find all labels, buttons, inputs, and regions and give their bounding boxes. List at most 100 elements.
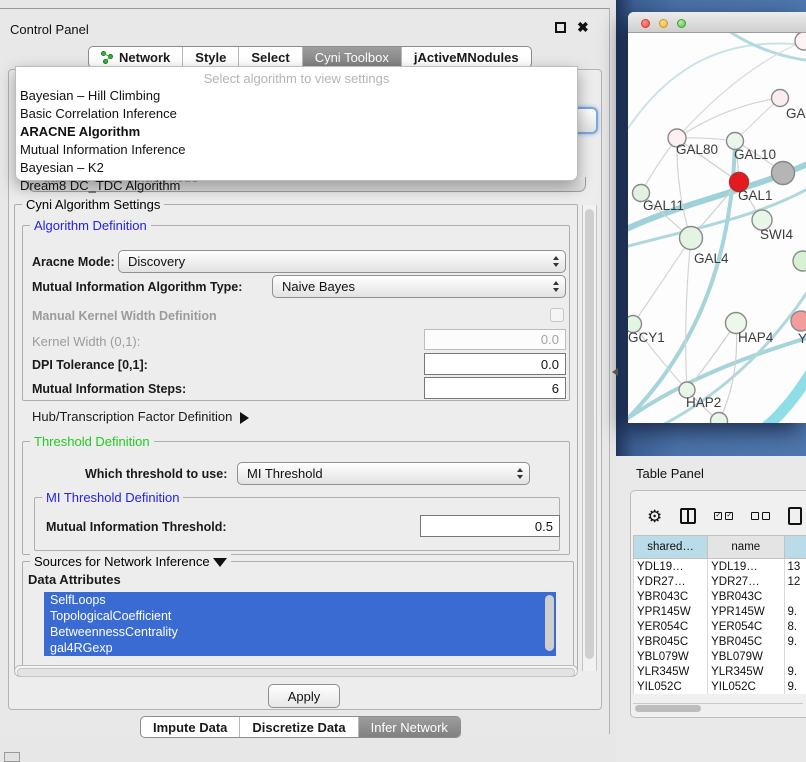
- settings-scrollbar-thumb[interactable]: [585, 209, 594, 659]
- node-label: GAL10: [734, 147, 776, 162]
- node-table: shared… name YDL19…YDL19…13 YDR27…YDR27……: [633, 535, 806, 694]
- table-row[interactable]: YBR043CYBR043C: [634, 589, 806, 604]
- mi-threshold-label: Mutual Information Threshold:: [46, 520, 227, 534]
- which-threshold-combo[interactable]: MI Threshold: [237, 462, 530, 485]
- tab-label: Network: [119, 50, 170, 65]
- tab-select[interactable]: Select: [238, 47, 301, 67]
- dropdown-item[interactable]: Mutual Information Inference: [16, 140, 577, 158]
- group-title: Algorithm Definition: [30, 218, 151, 233]
- column-header[interactable]: [784, 536, 806, 559]
- network-window: GAL GAL80 GAL10 GAL1 GAL11 SWI4 GAL4 GCY…: [628, 12, 806, 423]
- mi-algorithm-type-combo[interactable]: Naive Bayes: [272, 275, 566, 298]
- settings-hscrollbar[interactable]: [14, 665, 578, 677]
- table-row[interactable]: YBR045CYBR045C9.: [634, 634, 806, 649]
- hub-definition-toggle[interactable]: Hub/Transcription Factor Definition: [32, 409, 249, 424]
- table-row[interactable]: YLR345WYLR345W9.: [634, 664, 806, 679]
- node-label: SWI4: [760, 227, 793, 242]
- data-attributes-label: Data Attributes: [28, 572, 121, 587]
- stepper-icon: [553, 256, 559, 267]
- tab-style[interactable]: Style: [182, 47, 238, 67]
- control-panel-title: Control Panel: [10, 22, 89, 37]
- table-row[interactable]: YDL19…YDL19…13: [634, 559, 806, 575]
- group-title: MI Threshold Definition: [42, 490, 183, 505]
- unchecked-pair-icon[interactable]: [751, 512, 770, 520]
- gear-icon[interactable]: ⚙: [647, 508, 662, 525]
- cyni-bottom-tabs: Impute Data Discretize Data Infer Networ…: [140, 716, 461, 738]
- table-row[interactable]: YDR27…YDR27…12: [634, 574, 806, 589]
- list-scrollbar-thumb[interactable]: [545, 595, 554, 651]
- list-item[interactable]: gal4RGexp: [44, 640, 556, 656]
- algorithm-dropdown-popup: Select algorithm to view settings Bayesi…: [15, 66, 578, 181]
- control-panel-window: Control Panel ✖ Network Style Select Cyn…: [0, 8, 610, 734]
- network-window-titlebar[interactable]: [628, 12, 806, 33]
- data-attributes-list: SelfLoops TopologicalCoefficient Between…: [44, 592, 556, 664]
- dpi-tolerance-label: DPI Tolerance [0,1]:: [32, 358, 148, 372]
- table-row[interactable]: YPR145WYPR145W9.: [634, 604, 806, 619]
- tab-cyni-toolbox[interactable]: Cyni Toolbox: [302, 47, 401, 67]
- dropdown-item[interactable]: Bayesian – K2: [16, 158, 577, 176]
- node-label: GAL11: [643, 198, 684, 213]
- aracne-mode-label: Aracne Mode:: [32, 255, 115, 269]
- close-traffic-light-icon[interactable]: [641, 19, 650, 28]
- minimized-panel-icon[interactable]: [4, 752, 20, 762]
- tab-jactivemnodules[interactable]: jActiveMNodules: [401, 47, 531, 67]
- table-row[interactable]: YER054CYER054C8.: [634, 619, 806, 634]
- node-label: GAL80: [676, 142, 718, 157]
- list-item[interactable]: BetweennessCentrality: [44, 624, 556, 640]
- dpi-tolerance-field[interactable]: 0.0: [424, 353, 566, 375]
- cytopanel-tabs: Network Style Select Cyni Toolbox jActiv…: [88, 46, 532, 68]
- node-label: GAL1: [738, 188, 773, 203]
- mi-steps-label: Mutual Information Steps:: [32, 382, 186, 396]
- group-title: Cyni Algorithm Settings: [22, 197, 164, 212]
- table-panel-box: ⚙ ✓✓ shared… name YDL19…YDL19…13 YDR27…Y…: [630, 490, 806, 718]
- aracne-mode-combo[interactable]: Discovery: [118, 250, 566, 273]
- tab-network[interactable]: Network: [89, 47, 182, 67]
- dropdown-item-selected[interactable]: ARACNE Algorithm: [16, 122, 577, 140]
- tab-infer-network[interactable]: Infer Network: [358, 717, 460, 737]
- stepper-icon: [553, 281, 559, 292]
- stepper-icon: [517, 468, 523, 479]
- node-label: Y: [798, 331, 806, 346]
- table-header-row: shared… name: [634, 536, 806, 559]
- zoom-traffic-light-icon[interactable]: [677, 19, 686, 28]
- mi-steps-field[interactable]: 6: [424, 377, 566, 399]
- which-threshold-label: Which threshold to use:: [85, 467, 227, 481]
- dropdown-prompt: Select algorithm to view settings: [16, 67, 577, 86]
- table-panel-title: Table Panel: [636, 466, 704, 481]
- tab-impute-data[interactable]: Impute Data: [141, 717, 239, 737]
- tab-discretize-data[interactable]: Discretize Data: [239, 717, 357, 737]
- resize-cursor-icon: [612, 368, 618, 376]
- manual-kernel-label: Manual Kernel Width Definition: [32, 309, 217, 323]
- collapsed-arrow-icon: [240, 412, 249, 424]
- network-icon: [101, 51, 114, 64]
- float-window-icon[interactable]: [555, 22, 566, 33]
- column-header[interactable]: name: [708, 536, 784, 559]
- node-label: GAL: [786, 106, 806, 121]
- checked-pair-icon[interactable]: ✓✓: [714, 512, 733, 520]
- expanded-arrow-icon: [213, 558, 227, 567]
- table-hscrollbar-thumb[interactable]: [635, 705, 701, 712]
- list-item[interactable]: SelfLoops: [44, 592, 556, 608]
- document-icon[interactable]: [788, 507, 802, 525]
- column-header[interactable]: shared…: [634, 536, 708, 559]
- manual-kernel-checkbox[interactable]: [550, 308, 564, 322]
- mi-threshold-field[interactable]: 0.5: [420, 515, 560, 537]
- split-view-icon[interactable]: [680, 508, 696, 524]
- sources-toggle[interactable]: Sources for Network Inference: [30, 554, 231, 569]
- dropdown-item[interactable]: Dream8 DC_TDC Algorithm: [16, 176, 577, 194]
- kernel-width-field[interactable]: 0.0: [424, 329, 566, 350]
- table-row[interactable]: YIL052CYIL052C9.: [634, 679, 806, 694]
- list-item[interactable]: TopologicalCoefficient: [44, 608, 556, 624]
- node-label: GAL4: [694, 251, 729, 266]
- dropdown-item[interactable]: Bayesian – Hill Climbing: [16, 86, 577, 104]
- minimize-traffic-light-icon[interactable]: [659, 19, 668, 28]
- mi-type-label: Mutual Information Algorithm Type:: [32, 280, 242, 294]
- table-hscrollbar[interactable]: [633, 703, 803, 713]
- table-row[interactable]: YBL079WYBL079W: [634, 649, 806, 664]
- settings-hscrollbar-thumb[interactable]: [17, 668, 575, 677]
- close-icon[interactable]: ✖: [577, 19, 589, 36]
- settings-scrollbar-track[interactable]: [582, 205, 597, 671]
- apply-button[interactable]: Apply: [268, 684, 340, 708]
- network-canvas[interactable]: GAL GAL80 GAL10 GAL1 GAL11 SWI4 GAL4 GCY…: [628, 33, 806, 423]
- dropdown-item[interactable]: Basic Correlation Inference: [16, 104, 577, 122]
